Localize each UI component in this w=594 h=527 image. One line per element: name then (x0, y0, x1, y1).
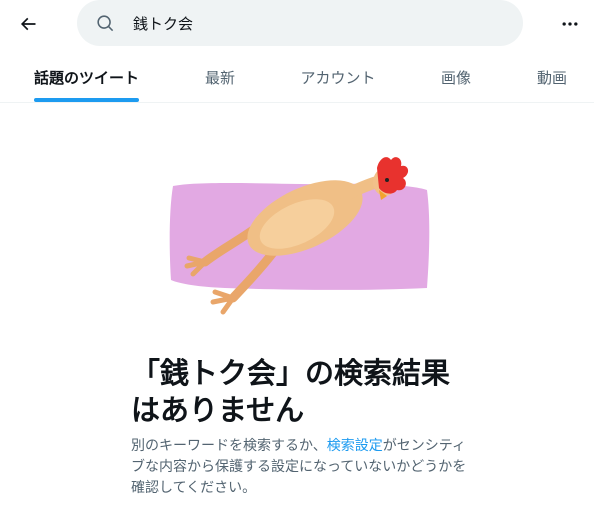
empty-state-description: 別のキーワードを検索するか、検索設定がセンシティブな内容から保護する設定になって… (131, 436, 471, 499)
tab-images[interactable]: 画像 (436, 53, 476, 102)
empty-state-title: 「銭トク会」の検索結果はありません (131, 356, 451, 427)
search-settings-link[interactable]: 検索設定 (327, 438, 383, 454)
more-options-button[interactable] (552, 6, 588, 42)
description-text: 別のキーワードを検索するか、 (131, 438, 327, 454)
back-button[interactable] (10, 6, 46, 42)
search-box[interactable] (77, 0, 523, 46)
tab-accounts[interactable]: アカウント (297, 53, 379, 102)
rubber-chicken-illustration (169, 157, 430, 315)
top-bar (0, 0, 594, 48)
search-tabs: 話題のツイート 最新 アカウント 画像 動画 (0, 53, 594, 103)
search-icon (95, 13, 115, 33)
arrow-left-icon (20, 17, 36, 31)
search-input[interactable] (133, 11, 493, 35)
tab-videos[interactable]: 動画 (532, 53, 572, 102)
active-tab-indicator (34, 98, 139, 102)
more-horizontal-icon (562, 22, 578, 26)
tab-latest[interactable]: 最新 (200, 53, 240, 102)
tab-top[interactable]: 話題のツイート (34, 53, 139, 102)
